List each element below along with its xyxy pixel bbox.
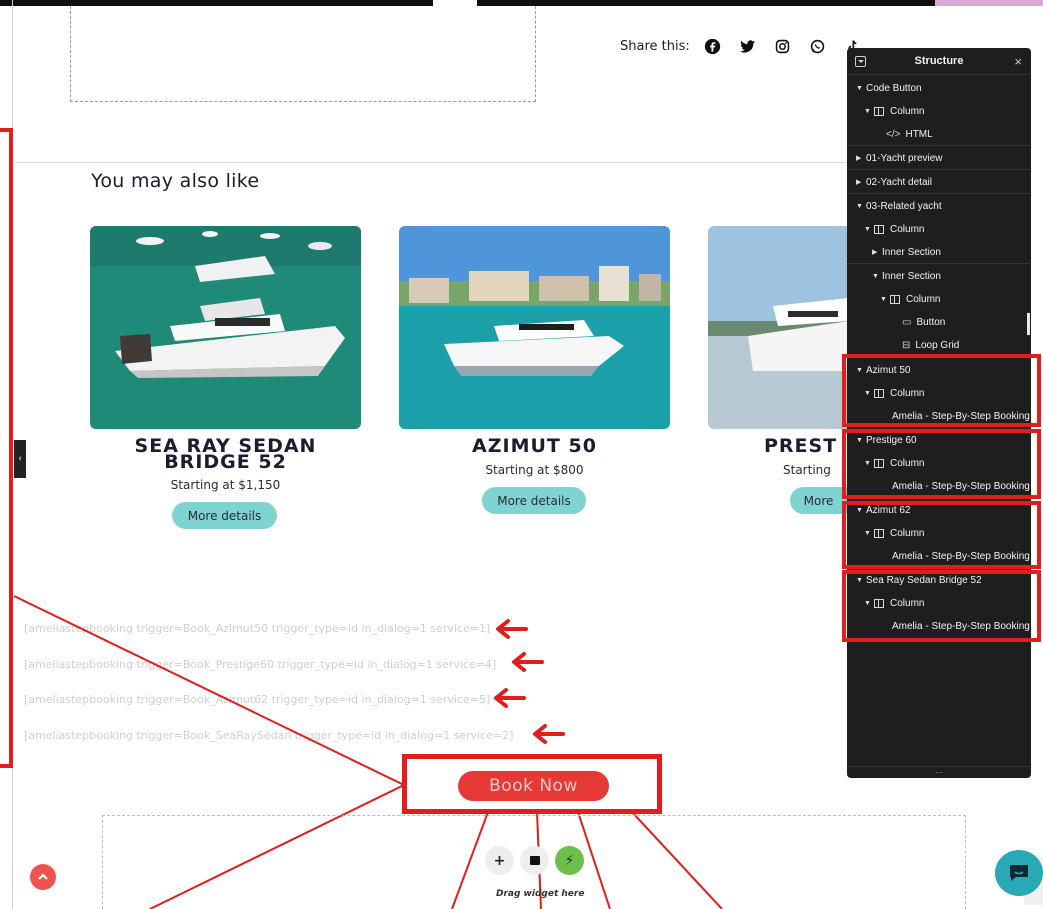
yacht-image-azimut-50[interactable] [399,226,670,429]
caret-right-icon[interactable]: ▶ [856,178,866,186]
yacht-price-sea-ray: Starting at $1,150 [170,478,281,492]
tree-item-html[interactable]: </> HTML [847,123,1031,146]
whatsapp-icon[interactable] [809,38,826,55]
annotation-arrow-icon [510,651,544,673]
caret-down-icon[interactable]: ▼ [864,226,874,233]
tree-label: Code Button [866,83,922,94]
column-icon [890,295,900,304]
tree-label: Inner Section [882,271,941,282]
yacht-image-prestige[interactable] [708,226,849,429]
empty-widget-area [70,6,536,102]
yacht-image-sea-ray[interactable] [90,226,361,429]
caret-down-icon[interactable]: ▼ [872,273,882,280]
panel-resize-handle[interactable]: ... [847,766,1031,778]
caret-down-icon[interactable]: ▼ [856,85,866,92]
code-icon: </> [886,128,901,140]
yacht-name-azimut-50: AZIMUT 50 [472,435,597,457]
shortcode-searaysedan: [ameliastepbooking trigger=Book_SeaRaySe… [24,729,514,742]
tree-label: Column [890,224,925,235]
tree-item-column[interactable]: ▼ Column [847,100,1031,123]
tree-item-code-button[interactable]: ▼ Code Button [847,77,1031,100]
tree-item-yacht-preview[interactable]: ▶ 01-Yacht preview [847,147,1031,170]
instagram-icon[interactable] [774,38,791,55]
chevron-up-icon [38,873,48,880]
loop-grid-icon: ⊟ [902,339,911,351]
tree-label: Inner Section [882,246,941,258]
annotation-frame-left [0,128,13,768]
shortcode-prestige60: [ameliastepbooking trigger=Book_Prestige… [24,658,497,671]
tree-label: Column [906,294,941,305]
annotation-frame-azimut-50 [842,354,1041,427]
more-details-button-prestige[interactable]: More [790,487,847,514]
caret-down-icon[interactable]: ▼ [856,203,866,210]
tree-label: Loop Grid [915,339,960,351]
folder-icon [529,856,540,865]
tree-label: Button [916,317,946,328]
yacht-name-prestige: PREST [764,435,838,457]
shortcode-azimut50: [ameliastepbooking trigger=Book_Azimut50… [24,622,491,635]
sparkle-icon: ⚡ [564,852,575,869]
plus-icon: + [493,852,506,869]
caret-right-icon[interactable]: ▶ [872,248,882,256]
tree-item-inner-section[interactable]: ▶ Inner Section [847,241,1031,264]
toolbar-accent [935,0,1043,6]
more-details-button-sea-ray[interactable]: More details [172,502,277,529]
panel-scrollbar[interactable] [1027,313,1030,335]
facebook-icon[interactable] [704,38,721,55]
caret-down-icon[interactable]: ▼ [864,108,874,115]
section-divider [14,162,849,163]
drop-zone-hint: Drag widget here [496,889,585,899]
template-library-button[interactable] [520,846,549,875]
tree-label: 03-Related yacht [866,201,942,212]
button-icon: ▭ [902,317,912,328]
share-bar: Share this: [620,38,861,55]
tree-item-column[interactable]: ▼ Column [847,288,1031,311]
column-icon [874,107,884,116]
tree-label: 02-Yacht detail [866,176,932,188]
caret-down-icon[interactable]: ▼ [880,296,890,303]
tree-item-button[interactable]: ▭ Button [847,311,1031,334]
tree-label: Column [890,106,925,117]
scroll-to-top-button[interactable] [30,864,56,890]
more-details-button-azimut-50[interactable]: More details [482,487,586,514]
tree-item-related-yacht[interactable]: ▼ 03-Related yacht [847,195,1031,218]
twitter-icon[interactable] [739,38,756,55]
book-now-button[interactable]: Book Now [458,771,609,801]
annotation-frame-sea-ray [842,570,1041,642]
shortcode-azimut62: [ameliastepbooking trigger=Book_Azimut62… [24,693,491,706]
ai-assistant-button[interactable]: ⚡ [555,846,584,875]
tree-label: 01-Yacht preview [866,152,943,164]
annotation-arrow-icon [494,618,528,640]
annotation-arrow-icon [531,723,565,745]
share-label: Share this: [620,39,690,54]
yacht-name-sea-ray: SEA RAY SEDAN BRIDGE 52 [134,435,317,473]
annotation-frame-prestige-60 [842,429,1041,499]
structure-panel-header: Structure × [847,48,1031,75]
related-section-title: You may also like [91,170,260,192]
close-icon[interactable]: × [1014,54,1022,69]
tree-item-column[interactable]: ▼ Column [847,218,1031,241]
tree-label: HTML [905,128,933,140]
collapse-panel-toggle[interactable]: ‹ [14,440,26,478]
add-section-button[interactable]: + [485,846,514,875]
tree-item-inner-section[interactable]: ▼ Inner Section [847,265,1031,288]
caret-right-icon[interactable]: ▶ [856,154,866,162]
structure-panel-title: Structure [914,55,964,67]
tree-item-yacht-detail[interactable]: ▶ 02-Yacht detail [847,171,1031,194]
chat-widget-button[interactable] [995,850,1043,896]
annotation-arrow-icon [492,687,526,709]
annotation-frame-azimut-62 [842,501,1041,569]
yacht-price-azimut-50: Starting at $800 [485,463,584,477]
chat-bubble-icon [1010,865,1028,881]
column-icon [874,225,884,234]
